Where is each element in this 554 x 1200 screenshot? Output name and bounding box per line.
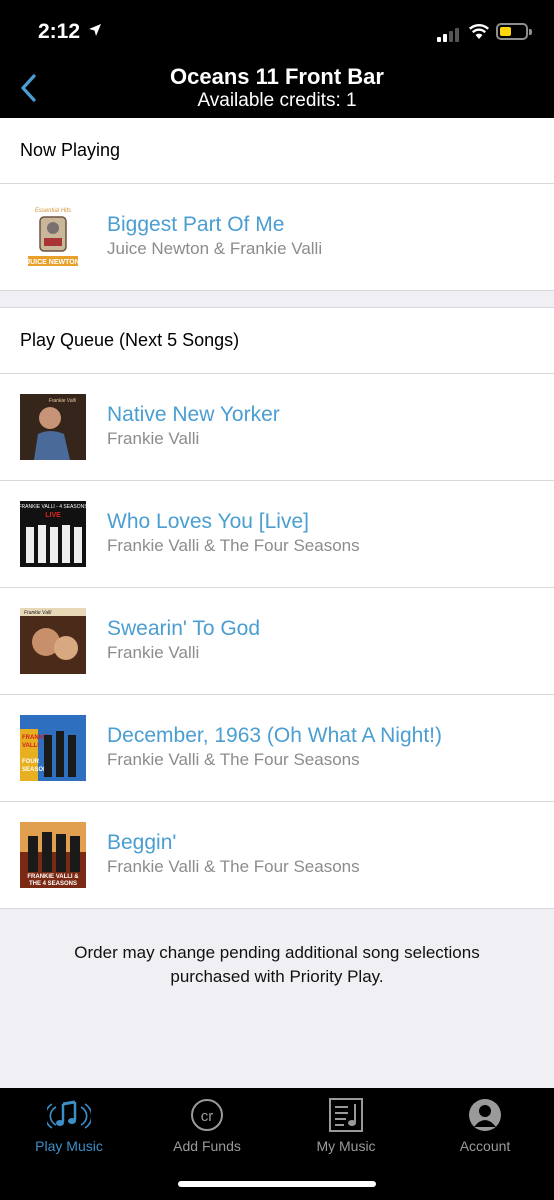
svg-text:LIVE: LIVE	[45, 512, 61, 519]
notice-line: Order may change pending additional song…	[74, 943, 480, 962]
queue-item[interactable]: FRANKIE VALLI - 4 SEASONS LIVE Who Loves…	[0, 481, 554, 588]
notice-line: purchased with Priority Play.	[170, 967, 384, 986]
track-artist: Frankie Valli & The Four Seasons	[107, 857, 360, 876]
track-artist: Frankie Valli	[107, 643, 200, 662]
svg-text:Frankie Valli: Frankie Valli	[49, 398, 77, 404]
tab-account[interactable]: Account	[416, 1098, 554, 1154]
now-playing-row[interactable]: Essential Hits JUICE NEWTON Biggest Part…	[0, 184, 554, 291]
album-art: Frankie Valli	[20, 608, 86, 674]
play-queue-header: Play Queue (Next 5 Songs)	[0, 308, 554, 374]
queue-item[interactable]: Frankie Valli Swearin' To God Frankie Va…	[0, 588, 554, 695]
track-title: Biggest Part Of Me	[107, 213, 285, 236]
cellular-signal-icon	[437, 26, 463, 42]
svg-text:Essential Hits: Essential Hits	[35, 208, 71, 214]
now-playing-header: Now Playing	[0, 118, 554, 184]
status-time: 2:12	[38, 20, 81, 43]
account-icon	[469, 1099, 501, 1131]
svg-text:JUICE NEWTON: JUICE NEWTON	[26, 259, 80, 266]
album-art: FRANKIE VALLI & THE 4 SEASONS	[20, 822, 86, 888]
track-title: Who Loves You [Live]	[107, 510, 309, 533]
section-divider	[0, 291, 554, 308]
wifi-icon	[468, 24, 490, 39]
track-title: December, 1963 (Oh What A Night!)	[107, 724, 442, 747]
track-artist: Juice Newton & Frankie Valli	[107, 239, 323, 258]
track-artist: Frankie Valli & The Four Seasons	[107, 750, 360, 769]
track-artist: Frankie Valli	[107, 429, 200, 448]
track-title: Swearin' To God	[107, 617, 261, 640]
content: Now Playing Essential Hits JUICE NEWTON …	[0, 118, 554, 989]
tab-label: Play Music	[35, 1138, 103, 1154]
home-indicator[interactable]	[178, 1181, 376, 1187]
album-art: FRANKIE VALLI FOUR SEASONS	[20, 715, 86, 781]
tab-add-funds[interactable]: cr Add Funds	[138, 1098, 276, 1154]
album-art-juice-newton: Essential Hits JUICE NEWTON	[20, 204, 86, 270]
tab-my-music[interactable]: My Music	[277, 1098, 415, 1154]
playlist-icon	[329, 1098, 363, 1132]
tab-label: Add Funds	[173, 1138, 241, 1154]
navigation-bar: Oceans 11 Front Bar Available credits: 1	[0, 62, 554, 118]
album-art: FRANKIE VALLI - 4 SEASONS LIVE	[20, 501, 86, 567]
track-artist: Frankie Valli & The Four Seasons	[107, 536, 360, 555]
track-title: Native New Yorker	[107, 403, 280, 426]
queue-item[interactable]: FRANKIE VALLI & THE 4 SEASONS Beggin' Fr…	[0, 802, 554, 909]
svg-text:FRANKIE VALLI &: FRANKIE VALLI &	[27, 874, 79, 880]
available-credits: Available credits: 1	[197, 90, 357, 111]
page-title: Oceans 11 Front Bar	[170, 64, 384, 89]
svg-text:THE 4 SEASONS: THE 4 SEASONS	[29, 881, 77, 887]
album-art: Frankie Valli	[20, 394, 86, 460]
svg-text:cr: cr	[201, 1108, 214, 1125]
queue-item[interactable]: FRANKIE VALLI FOUR SEASONS December, 196…	[0, 695, 554, 802]
queue-item[interactable]: Frankie Valli Native New Yorker Frankie …	[0, 374, 554, 481]
music-notes-icon	[47, 1100, 91, 1129]
svg-text:FRANKIE VALLI - 4 SEASONS: FRANKIE VALLI - 4 SEASONS	[20, 504, 86, 510]
svg-text:VALLI: VALLI	[22, 743, 39, 749]
credits-icon: cr	[191, 1099, 223, 1131]
track-title: Beggin'	[107, 831, 177, 854]
queue-notice: Order may change pending additional song…	[0, 909, 554, 989]
svg-text:Frankie Valli: Frankie Valli	[24, 610, 52, 616]
tab-play-music[interactable]: Play Music	[0, 1098, 138, 1154]
tab-label: My Music	[316, 1138, 376, 1154]
svg-text:FOUR: FOUR	[22, 759, 40, 765]
location-arrow-icon	[89, 24, 101, 36]
tab-label: Account	[459, 1138, 511, 1154]
status-bar: 2:12	[0, 0, 554, 62]
battery-icon	[496, 23, 532, 40]
